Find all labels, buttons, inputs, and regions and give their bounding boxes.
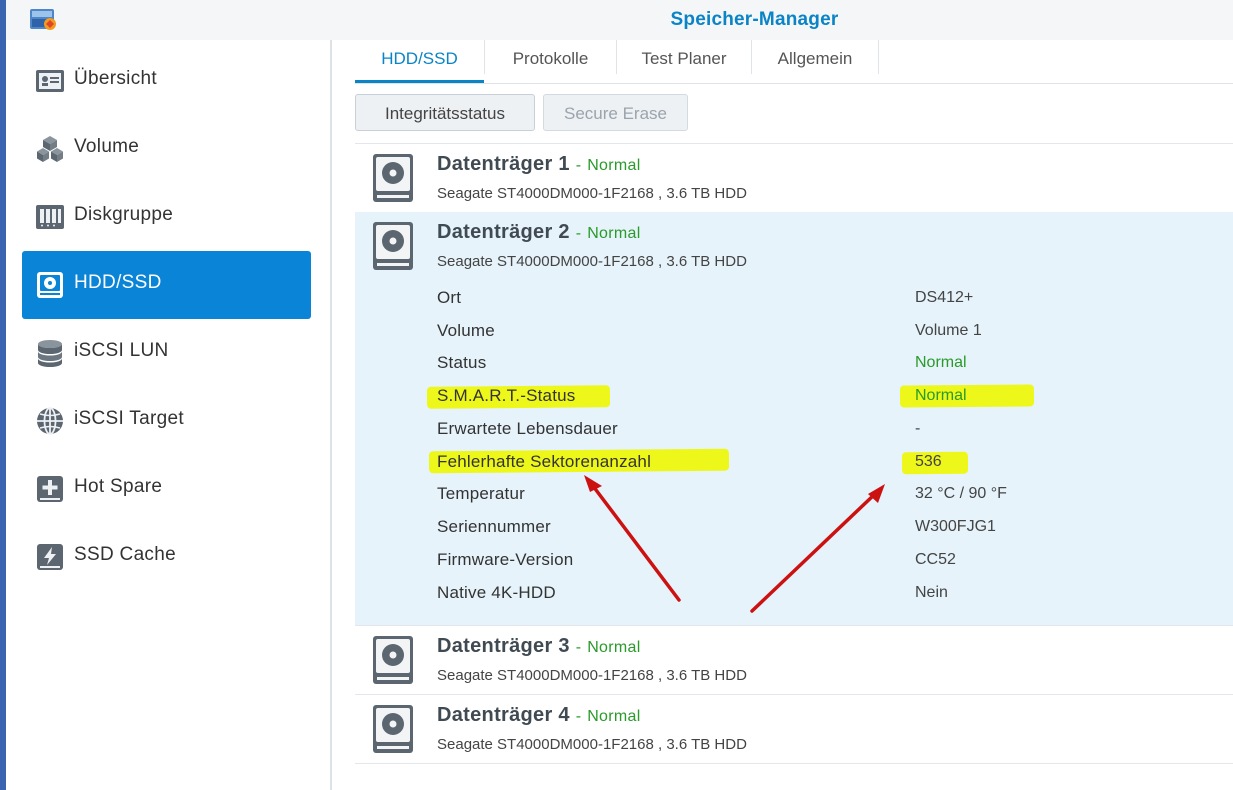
annotation-arrows bbox=[584, 475, 885, 613]
annotation-arrow-right bbox=[750, 491, 878, 613]
annotation-arrowhead-left bbox=[584, 475, 602, 492]
annotation-arrow-left bbox=[591, 484, 681, 602]
